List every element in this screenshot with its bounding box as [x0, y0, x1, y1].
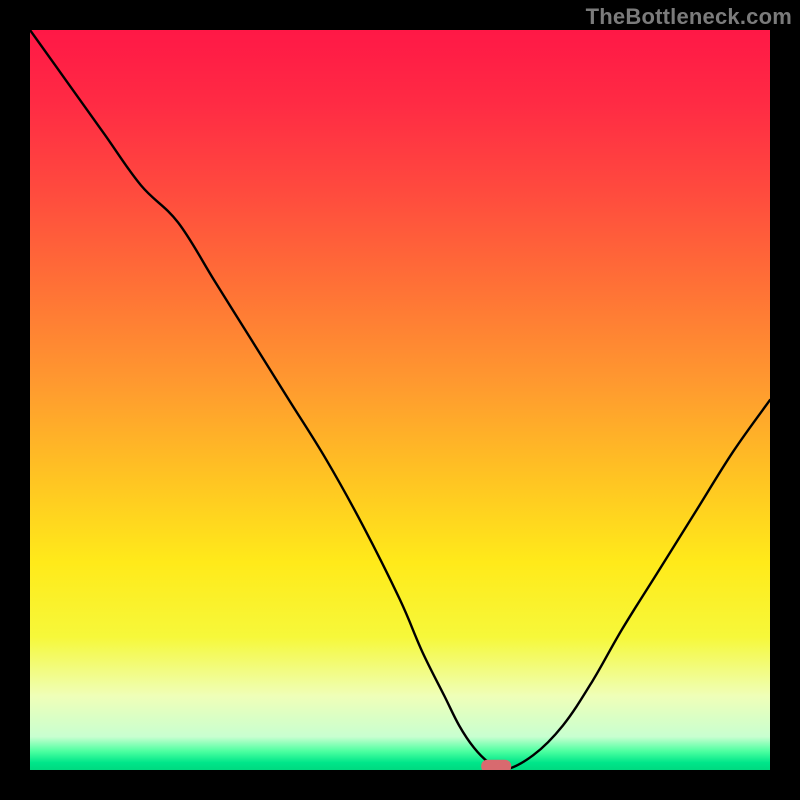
attribution-text: TheBottleneck.com [586, 4, 792, 30]
plot-svg [30, 30, 770, 770]
optimal-marker [481, 760, 511, 770]
chart-frame: TheBottleneck.com [0, 0, 800, 800]
gradient-background [30, 30, 770, 770]
plot-area [30, 30, 770, 770]
